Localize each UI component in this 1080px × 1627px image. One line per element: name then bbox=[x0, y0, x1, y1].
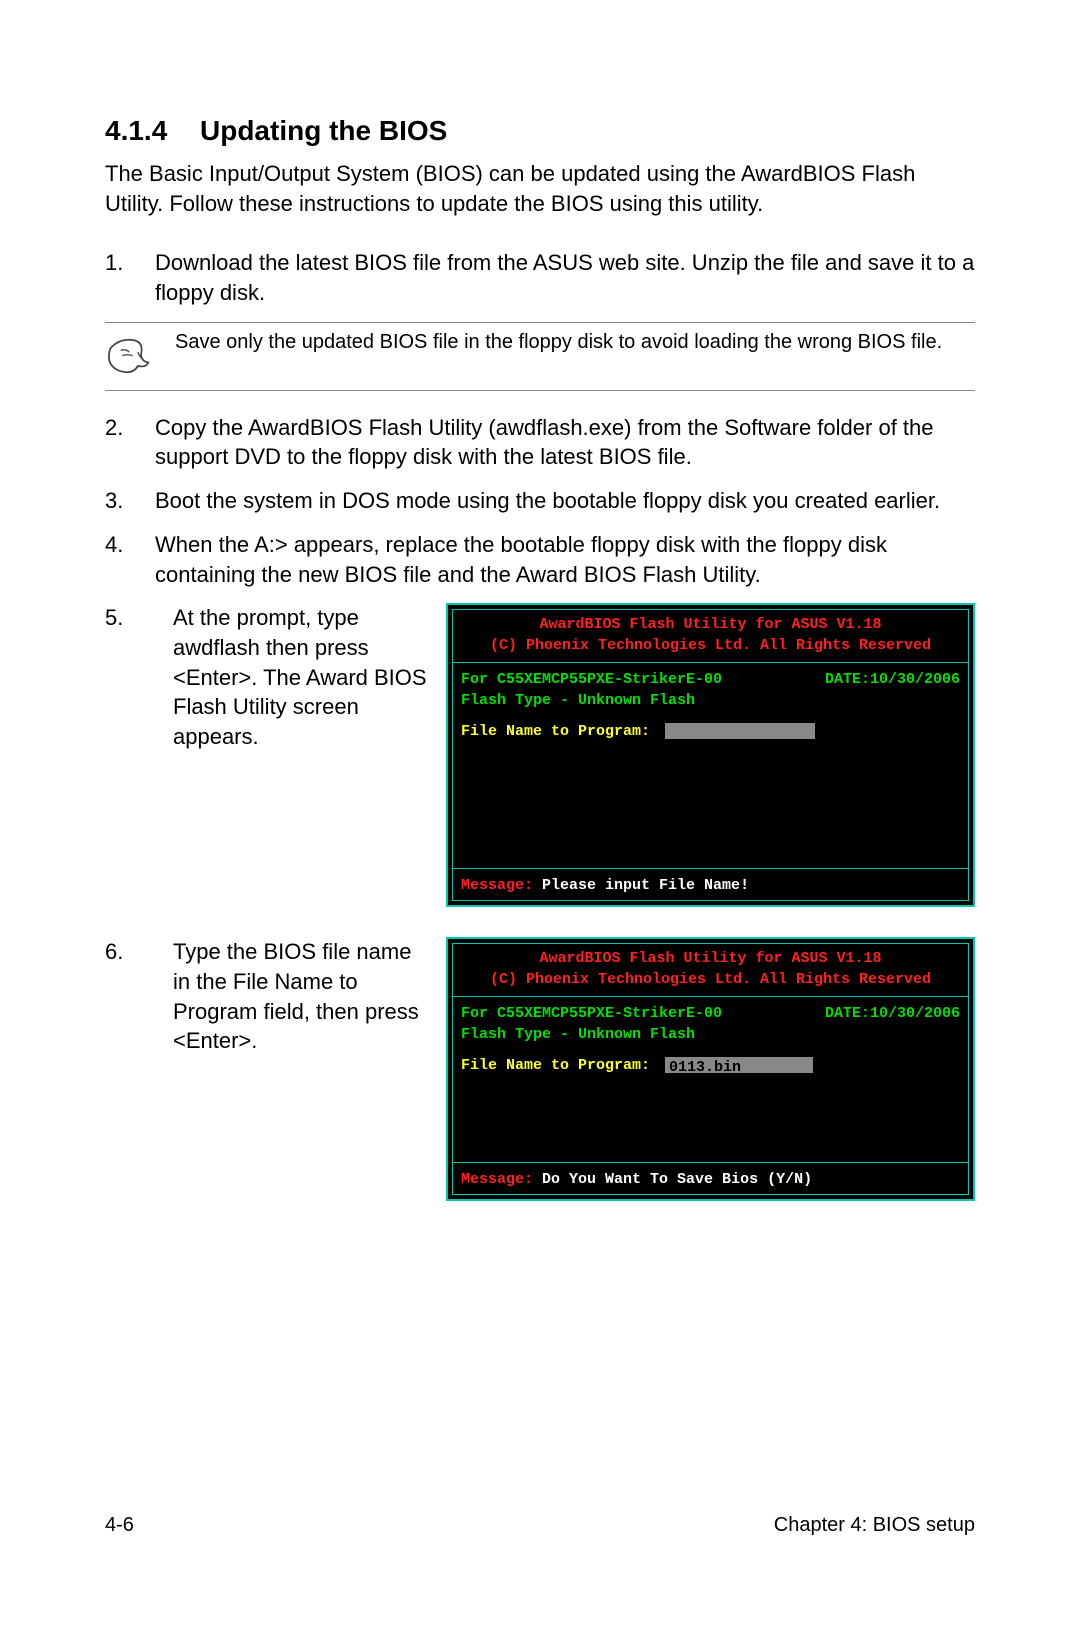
step-6: 6. Type the BIOS file name in the File N… bbox=[105, 937, 975, 1201]
terminal-date: DATE:10/30/2006 bbox=[825, 1003, 960, 1024]
step-2: 2. Copy the AwardBIOS Flash Utility (awd… bbox=[105, 413, 975, 472]
note-hand-icon bbox=[105, 329, 175, 380]
terminal-file-value: 0113.bin bbox=[669, 1059, 741, 1076]
page-footer: 4-6 Chapter 4: BIOS setup bbox=[105, 1514, 975, 1537]
step-text: When the A:> appears, replace the bootab… bbox=[155, 530, 975, 589]
manual-page: 4.1.4Updating the BIOS The Basic Input/O… bbox=[0, 0, 1080, 1627]
step-text: Download the latest BIOS file from the A… bbox=[155, 248, 975, 307]
step-number: 6. bbox=[105, 937, 155, 967]
terminal-message-label: Message: bbox=[461, 877, 533, 894]
terminal-board: For C55XEMCP55PXE-StrikerE-00 bbox=[461, 1003, 722, 1024]
section-title: Updating the BIOS bbox=[200, 115, 447, 146]
terminal-file-input[interactable] bbox=[665, 723, 815, 739]
step-text: Boot the system in DOS mode using the bo… bbox=[155, 486, 975, 516]
terminal-copyright: (C) Phoenix Technologies Ltd. All Rights… bbox=[461, 635, 960, 656]
bios-terminal-1: AwardBIOS Flash Utility for ASUS V1.18 (… bbox=[446, 603, 975, 907]
step-text: Copy the AwardBIOS Flash Utility (awdfla… bbox=[155, 413, 975, 472]
step-3: 3. Boot the system in DOS mode using the… bbox=[105, 486, 975, 516]
terminal-message-text: Do You Want To Save Bios (Y/N) bbox=[542, 1171, 812, 1188]
terminal-file-prompt: File Name to Program: bbox=[461, 723, 650, 740]
step-1: 1. Download the latest BIOS file from th… bbox=[105, 248, 975, 307]
step-number: 5. bbox=[105, 603, 155, 633]
step-text: At the prompt, type awdflash then press … bbox=[173, 603, 428, 751]
intro-paragraph: The Basic Input/Output System (BIOS) can… bbox=[105, 159, 975, 218]
terminal-title: AwardBIOS Flash Utility for ASUS V1.18 bbox=[461, 614, 960, 635]
terminal-board: For C55XEMCP55PXE-StrikerE-00 bbox=[461, 669, 722, 690]
step-5: 5. At the prompt, type awdflash then pre… bbox=[105, 603, 975, 907]
terminal-flash-type: Flash Type - Unknown Flash bbox=[461, 1024, 960, 1045]
step-4: 4. When the A:> appears, replace the boo… bbox=[105, 530, 975, 589]
terminal-flash-type: Flash Type - Unknown Flash bbox=[461, 690, 960, 711]
step-text: Type the BIOS file name in the File Name… bbox=[173, 937, 428, 1056]
step-number: 2. bbox=[105, 413, 155, 472]
terminal-copyright: (C) Phoenix Technologies Ltd. All Rights… bbox=[461, 969, 960, 990]
terminal-file-prompt: File Name to Program: bbox=[461, 1057, 650, 1074]
footer-page-number: 4-6 bbox=[105, 1514, 134, 1537]
step-number: 4. bbox=[105, 530, 155, 589]
note-text: Save only the updated BIOS file in the f… bbox=[175, 329, 975, 355]
bios-terminal-2: AwardBIOS Flash Utility for ASUS V1.18 (… bbox=[446, 937, 975, 1201]
terminal-message-label: Message: bbox=[461, 1171, 533, 1188]
note-callout: Save only the updated BIOS file in the f… bbox=[105, 322, 975, 391]
terminal-message-text: Please input File Name! bbox=[542, 877, 749, 894]
step-number: 1. bbox=[105, 248, 155, 307]
section-number: 4.1.4 bbox=[105, 115, 200, 147]
footer-chapter: Chapter 4: BIOS setup bbox=[774, 1514, 975, 1537]
terminal-file-input[interactable]: 0113.bin bbox=[665, 1057, 813, 1073]
step-number: 3. bbox=[105, 486, 155, 516]
section-heading: 4.1.4Updating the BIOS bbox=[105, 115, 975, 147]
terminal-date: DATE:10/30/2006 bbox=[825, 669, 960, 690]
terminal-title: AwardBIOS Flash Utility for ASUS V1.18 bbox=[461, 948, 960, 969]
